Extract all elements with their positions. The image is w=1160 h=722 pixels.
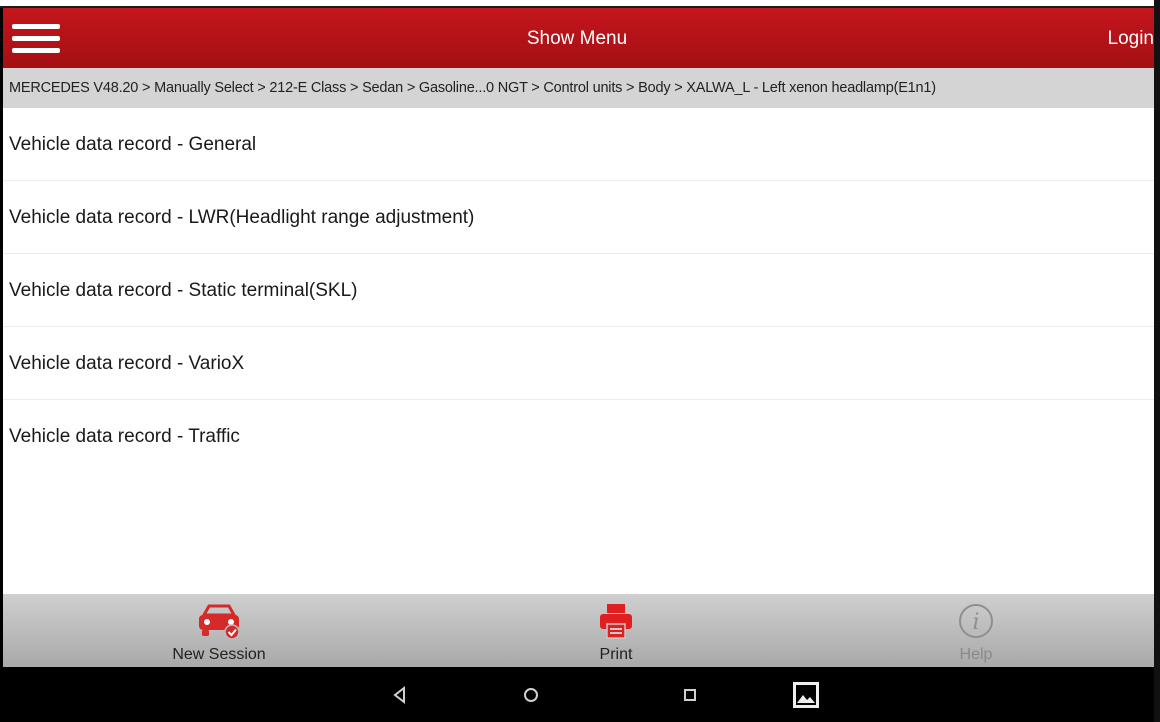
home-icon[interactable] (513, 677, 549, 713)
menu-list: Vehicle data record - General Vehicle da… (0, 108, 1154, 473)
info-icon: i (956, 601, 996, 646)
gallery-icon[interactable] (788, 677, 824, 713)
menu-item-traffic[interactable]: Vehicle data record - Traffic (0, 400, 1154, 473)
help-label: Help (959, 646, 993, 663)
login-button[interactable]: Login (1108, 28, 1155, 50)
recents-icon[interactable] (672, 677, 708, 713)
car-icon (195, 601, 243, 646)
new-session-label: New Session (172, 646, 266, 663)
bottom-toolbar: New Session Print i Help (0, 594, 1154, 667)
window-left-border (0, 8, 3, 722)
menu-item-variox[interactable]: Vehicle data record - VarioX (0, 327, 1154, 400)
menu-item-general[interactable]: Vehicle data record - General (0, 108, 1154, 181)
help-button[interactable]: i Help (886, 594, 1066, 667)
back-icon[interactable] (382, 677, 418, 713)
svg-text:i: i (972, 610, 979, 635)
new-session-button[interactable]: New Session (129, 594, 309, 667)
menu-item-lwr[interactable]: Vehicle data record - LWR(Headlight rang… (0, 181, 1154, 254)
print-button[interactable]: Print (526, 594, 706, 667)
page-title: Show Menu (526, 28, 628, 49)
android-nav-bar (0, 667, 1154, 722)
breadcrumb: MERCEDES V48.20 > Manually Select > 212-… (0, 68, 1154, 108)
title-bar: Show Menu Login (0, 8, 1154, 68)
print-label: Print (599, 646, 633, 663)
menu-item-static-terminal[interactable]: Vehicle data record - Static terminal(SK… (0, 254, 1154, 327)
window-right-border (1154, 0, 1160, 722)
printer-icon (596, 601, 636, 646)
